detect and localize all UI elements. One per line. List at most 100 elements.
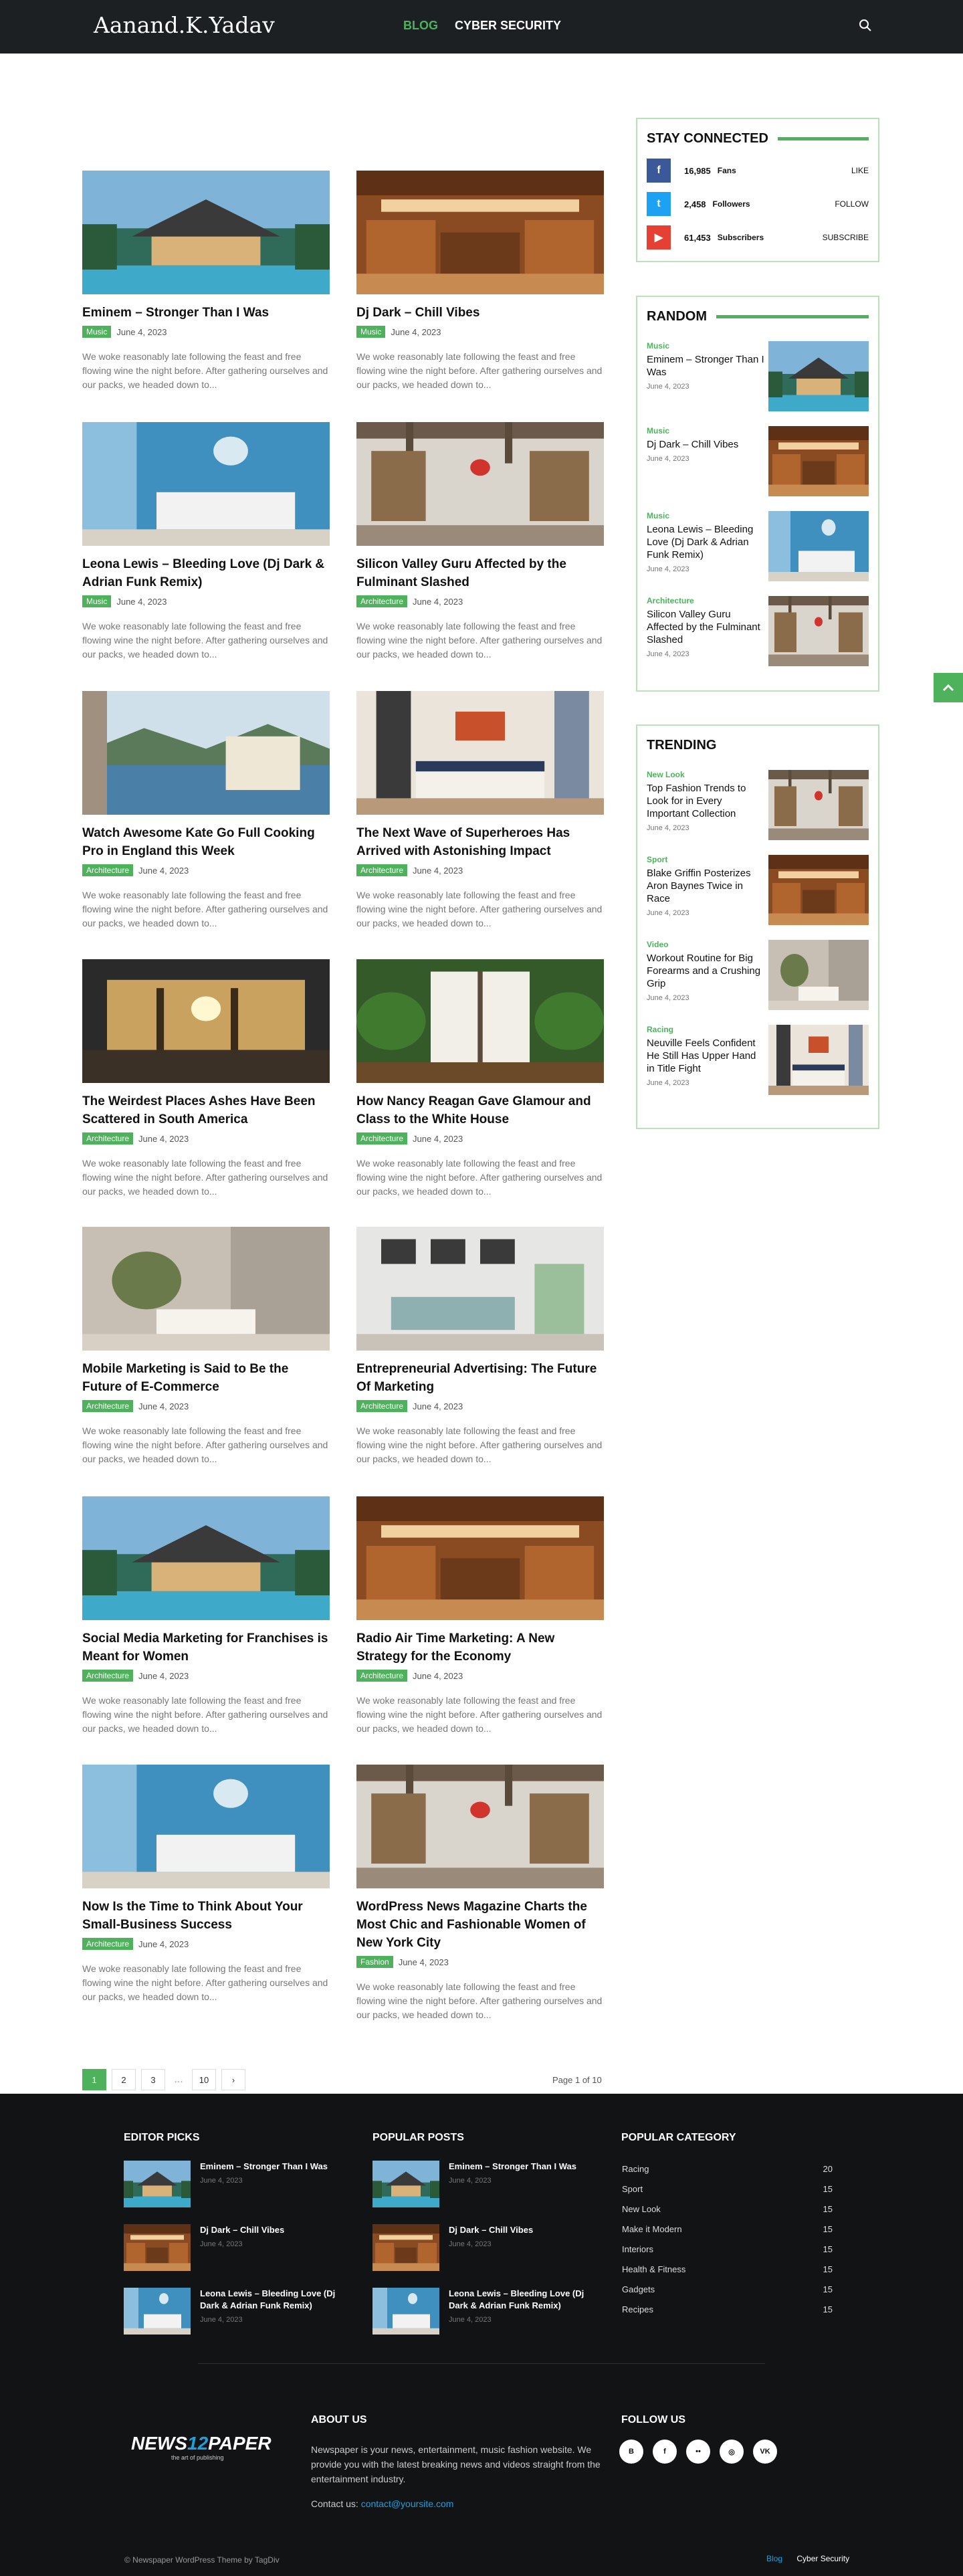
sidebar-post[interactable]: Music Leona Lewis – Bleeding Love (Dj Dar… <box>647 511 869 581</box>
sidebar-post-title[interactable]: Eminem – Stronger Than I Was <box>647 353 764 379</box>
post-card[interactable]: The Next Wave of Superheroes Has Arrived… <box>356 691 604 930</box>
sidebar-post-thumbnail[interactable] <box>768 426 869 496</box>
sidebar-post-category[interactable]: Sport <box>647 855 764 864</box>
footer-post-thumbnail[interactable] <box>372 2161 439 2207</box>
sidebar-post[interactable]: New Look Top Fashion Trends to Look for i… <box>647 770 869 840</box>
post-thumbnail[interactable] <box>356 1765 604 1888</box>
sidebar-post[interactable]: Sport Blake Griffin Posterizes Aron Bayne… <box>647 855 869 925</box>
footer-post-thumbnail[interactable] <box>124 2224 191 2271</box>
category-row[interactable]: Health & Fitness 15 <box>622 2264 833 2274</box>
social-action[interactable]: LIKE <box>851 166 869 175</box>
category-name[interactable]: Sport <box>622 2184 643 2194</box>
page-last-button[interactable]: 10 <box>192 2069 216 2090</box>
post-card[interactable]: Silicon Valley Guru Affected by the Fulm… <box>356 422 604 662</box>
sidebar-post-thumbnail[interactable] <box>768 770 869 840</box>
search-icon[interactable] <box>858 18 873 33</box>
category-name[interactable]: Make it Modern <box>622 2224 682 2234</box>
post-title[interactable]: Watch Awesome Kate Go Full Cooking Pro i… <box>82 824 330 860</box>
sidebar-post-title[interactable]: Dj Dark – Chill Vibes <box>647 438 764 451</box>
category-row[interactable]: Recipes 15 <box>622 2304 833 2314</box>
category-badge[interactable]: Architecture <box>356 595 408 607</box>
footer-post[interactable]: Leona Lewis – Bleeding Love (Dj Dark & A… <box>124 2288 351 2335</box>
footer-post-title[interactable]: Leona Lewis – Bleeding Love (Dj Dark & A… <box>449 2288 600 2312</box>
post-thumbnail[interactable] <box>356 959 604 1083</box>
sidebar-post-category[interactable]: Music <box>647 341 764 351</box>
nav-cyber-security[interactable]: CYBER SECURITY <box>455 19 561 32</box>
footer-post-thumbnail[interactable] <box>124 2161 191 2207</box>
nav-blog[interactable]: BLOG <box>403 19 438 32</box>
sidebar-post-category[interactable]: Architecture <box>647 596 764 605</box>
post-card[interactable]: Entrepreneurial Advertising: The Future … <box>356 1227 604 1466</box>
sidebar-post-thumbnail[interactable] <box>768 341 869 411</box>
sidebar-post-thumbnail[interactable] <box>768 855 869 925</box>
footer-link-cyber-security[interactable]: Cyber Security <box>796 2554 849 2563</box>
category-badge[interactable]: Music <box>82 595 112 607</box>
post-thumbnail[interactable] <box>82 1765 330 1888</box>
category-row[interactable]: Racing 20 <box>622 2164 833 2174</box>
social-action[interactable]: SUBSCRIBE <box>823 233 869 242</box>
category-badge[interactable]: Architecture <box>82 1938 134 1950</box>
sidebar-post-title[interactable]: Neuville Feels Confident He Still Has Up… <box>647 1037 764 1075</box>
category-name[interactable]: New Look <box>622 2204 661 2214</box>
category-name[interactable]: Gadgets <box>622 2284 655 2294</box>
category-badge[interactable]: Architecture <box>82 1670 134 1682</box>
sidebar-post[interactable]: Music Eminem – Stronger Than I Was June 4,… <box>647 341 869 411</box>
sidebar-post-title[interactable]: Blake Griffin Posterizes Aron Baynes Twi… <box>647 867 764 905</box>
footer-post[interactable]: Dj Dark – Chill Vibes June 4, 2023 <box>372 2224 600 2271</box>
post-title[interactable]: Leona Lewis – Bleeding Love (Dj Dark & A… <box>82 555 330 591</box>
category-name[interactable]: Interiors <box>622 2244 653 2254</box>
category-name[interactable]: Recipes <box>622 2304 653 2314</box>
sidebar-post[interactable]: Racing Neuville Feels Confident He Still … <box>647 1025 869 1095</box>
vk-icon[interactable]: VK <box>753 2440 777 2464</box>
sidebar-post-title[interactable]: Silicon Valley Guru Affected by the Fulm… <box>647 608 764 646</box>
sidebar-post-category[interactable]: Music <box>647 426 764 435</box>
sidebar-post-category[interactable]: Racing <box>647 1025 764 1034</box>
footer-link-blog[interactable]: Blog <box>766 2554 782 2563</box>
footer-post-thumbnail[interactable] <box>372 2224 439 2271</box>
footer-post-thumbnail[interactable] <box>372 2288 439 2335</box>
post-thumbnail[interactable] <box>82 959 330 1083</box>
category-badge[interactable]: Architecture <box>356 1132 408 1145</box>
post-title[interactable]: How Nancy Reagan Gave Glamour and Class … <box>356 1092 604 1128</box>
social-icon[interactable]: f <box>647 159 671 183</box>
post-title[interactable]: Radio Air Time Marketing: A New Strategy… <box>356 1629 604 1666</box>
next-page-button[interactable]: › <box>221 2069 245 2090</box>
category-badge[interactable]: Music <box>356 326 386 338</box>
post-card[interactable]: Mobile Marketing is Said to Be the Futur… <box>82 1227 330 1466</box>
post-title[interactable]: WordPress News Magazine Charts the Most … <box>356 1898 604 1952</box>
scroll-to-top-button[interactable] <box>934 673 963 702</box>
flickr-icon[interactable]: •• <box>686 2440 710 2464</box>
social-row[interactable]: t 2,458 Followers FOLLOW <box>647 187 869 221</box>
footer-post-title[interactable]: Eminem – Stronger Than I Was <box>200 2161 328 2173</box>
category-badge[interactable]: Architecture <box>82 1400 134 1412</box>
post-card[interactable]: Radio Air Time Marketing: A New Strategy… <box>356 1496 604 1736</box>
page-2-button[interactable]: 2 <box>112 2069 136 2090</box>
sidebar-post-category[interactable]: Music <box>647 511 764 520</box>
footer-post-title[interactable]: Dj Dark – Chill Vibes <box>200 2224 284 2236</box>
category-name[interactable]: Racing <box>622 2164 649 2174</box>
post-thumbnail[interactable] <box>82 691 330 815</box>
category-badge[interactable]: Architecture <box>356 1400 408 1412</box>
category-row[interactable]: Interiors 15 <box>622 2244 833 2254</box>
footer-post-thumbnail[interactable] <box>124 2288 191 2335</box>
footer-post[interactable]: Dj Dark – Chill Vibes June 4, 2023 <box>124 2224 351 2271</box>
page-1-button[interactable]: 1 <box>82 2069 106 2090</box>
sidebar-post-thumbnail[interactable] <box>768 511 869 581</box>
category-row[interactable]: New Look 15 <box>622 2204 833 2214</box>
sidebar-post[interactable]: Architecture Silicon Valley Guru Affected… <box>647 596 869 666</box>
post-card[interactable]: Now Is the Time to Think About Your Smal… <box>82 1765 330 2004</box>
category-badge[interactable]: Fashion <box>356 1956 393 1968</box>
footer-post[interactable]: Eminem – Stronger Than I Was June 4, 2023 <box>124 2161 351 2207</box>
post-card[interactable]: WordPress News Magazine Charts the Most … <box>356 1765 604 2022</box>
footer-post-title[interactable]: Eminem – Stronger Than I Was <box>449 2161 576 2173</box>
post-thumbnail[interactable] <box>356 1496 604 1620</box>
footer-post[interactable]: Leona Lewis – Bleeding Love (Dj Dark & A… <box>372 2288 600 2335</box>
post-card[interactable]: Leona Lewis – Bleeding Love (Dj Dark & A… <box>82 422 330 662</box>
contact-email-link[interactable]: contact@yoursite.com <box>361 2498 454 2509</box>
social-row[interactable]: f 16,985 Fans LIKE <box>647 154 869 187</box>
sidebar-post-thumbnail[interactable] <box>768 1025 869 1095</box>
post-card[interactable]: Eminem – Stronger Than I Was Music June 4,… <box>82 171 330 392</box>
social-row[interactable]: ▶ 61,453 Subscribers SUBSCRIBE <box>647 221 869 254</box>
post-thumbnail[interactable] <box>82 171 330 294</box>
instagram-icon[interactable]: ◎ <box>720 2440 744 2464</box>
